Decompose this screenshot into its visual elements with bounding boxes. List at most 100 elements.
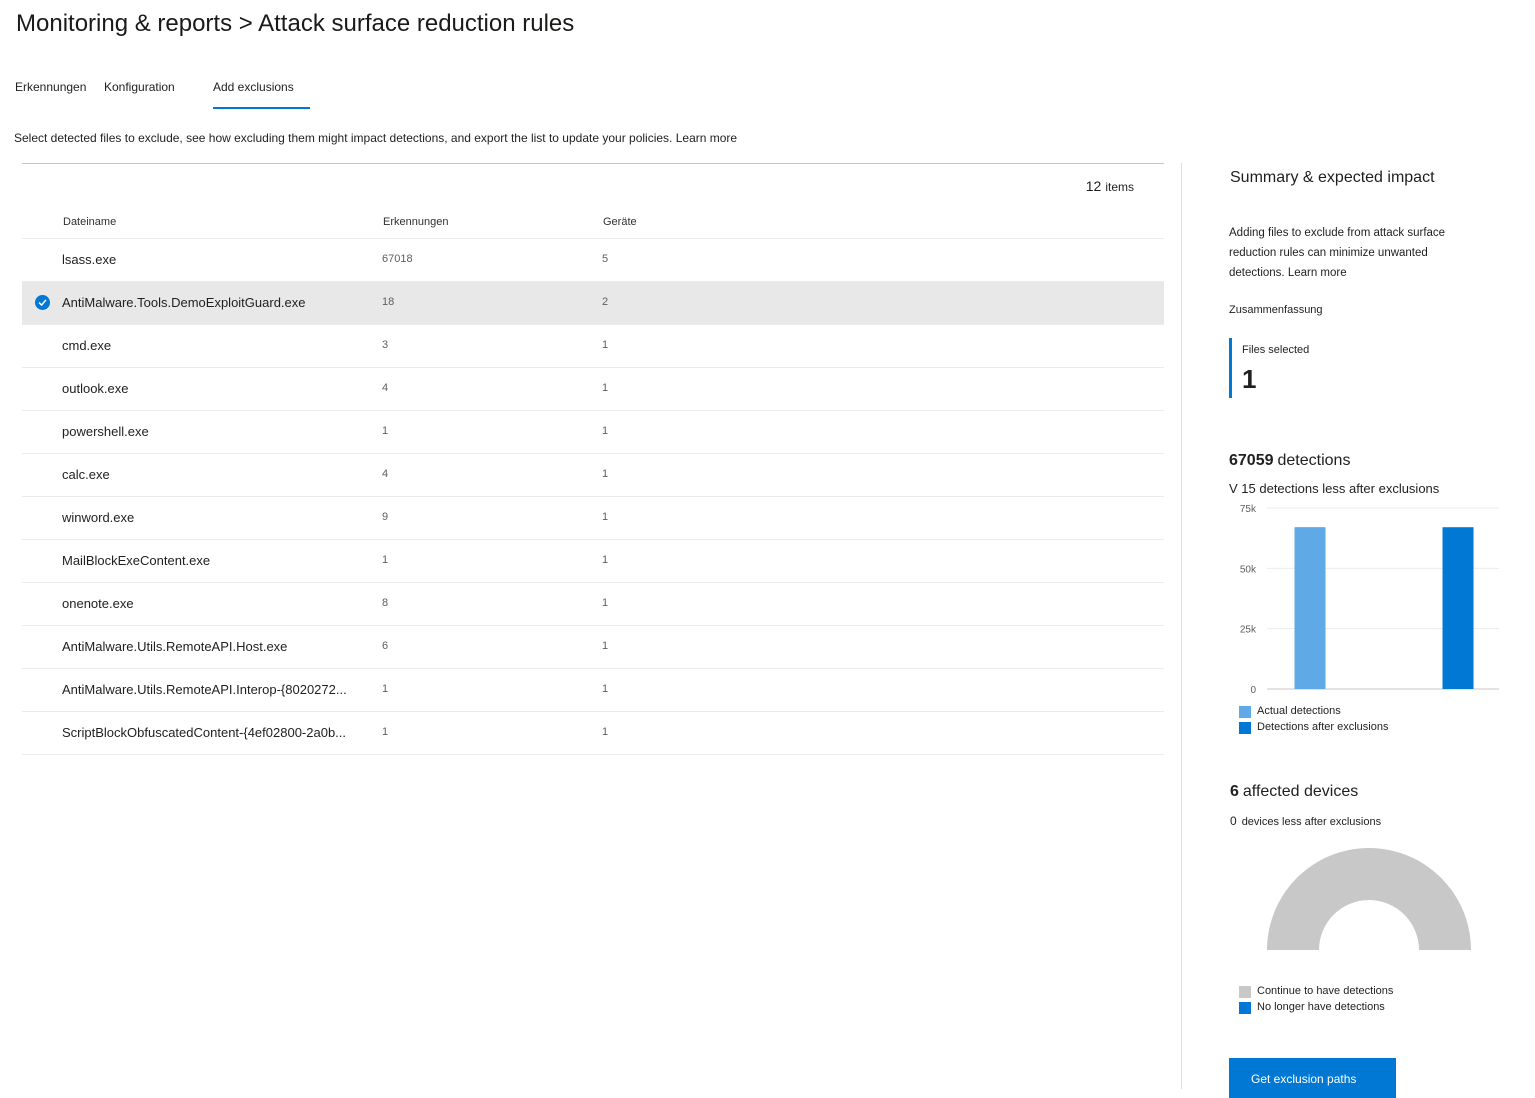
- table-row[interactable]: AntiMalware.Tools.DemoExploitGuard.exe 18…: [22, 282, 1164, 325]
- devices-less-value: 0: [1230, 814, 1237, 828]
- file-name-cell: calc.exe: [62, 467, 110, 482]
- file-name-cell: lsass.exe: [62, 252, 117, 267]
- devices-heading: 6 affected devices: [1230, 783, 1358, 801]
- panel-divider: [1181, 163, 1182, 1089]
- bar-detections-after-exclusions[interactable]: [1442, 527, 1474, 689]
- legend-swatch-after: [1239, 722, 1251, 734]
- devices-less-label: devices less after exclusions: [1241, 816, 1382, 828]
- file-name-cell: onenote.exe: [62, 596, 134, 611]
- column-header-erkennungen[interactable]: Erkennungen: [383, 216, 448, 228]
- get-exclusion-paths-button[interactable]: Get exclusion paths: [1229, 1058, 1396, 1098]
- detections-cell: 1: [382, 726, 389, 738]
- bar-actual-detections[interactable]: [1294, 527, 1326, 689]
- devices-cell: 2: [602, 296, 609, 308]
- legend-label-continue: Continue to have detections: [1257, 985, 1394, 997]
- devices-cell: 1: [602, 554, 609, 566]
- detections-heading: 67059 detections: [1229, 452, 1350, 470]
- table-divider: [22, 163, 1164, 164]
- table-row[interactable]: MailBlockExeContent.exe 1 1: [22, 540, 1164, 583]
- legend-swatch-continue: [1239, 986, 1251, 998]
- legend-label-no-longer: No longer have detections: [1257, 1001, 1385, 1013]
- table-row[interactable]: winword.exe 9 1: [22, 497, 1164, 540]
- table-header: Dateiname Erkennungen Geräte: [22, 210, 1164, 239]
- devices-cell: 1: [602, 683, 609, 695]
- y-tick-label: 0: [1250, 685, 1256, 696]
- detections-less-text: V 15 detections less after exclusions: [1229, 481, 1440, 496]
- y-tick-label: 25k: [1240, 625, 1257, 636]
- detections-cell: 6: [382, 640, 389, 652]
- tab-erkennungen[interactable]: Erkennungen: [15, 80, 86, 94]
- detections-cell: 4: [382, 382, 389, 394]
- item-count-value: 12: [1085, 178, 1102, 194]
- table-row[interactable]: lsass.exe 67018 5: [22, 239, 1164, 282]
- devices-less-text: 0 devices less after exclusions: [1230, 814, 1381, 828]
- files-selected-card: Files selected 1: [1229, 338, 1352, 398]
- bar-chart-legend: Actual detections Detections after exclu…: [1239, 705, 1388, 737]
- detections-cell: 8: [382, 597, 389, 609]
- detections-bar-chart: 0 25k 50k 75k: [1240, 504, 1499, 696]
- legend-label-after: Detections after exclusions: [1257, 721, 1389, 733]
- file-name-cell: powershell.exe: [62, 424, 149, 439]
- file-name-cell: MailBlockExeContent.exe: [62, 553, 211, 568]
- devices-cell: 1: [602, 468, 609, 480]
- detections-cell: 1: [382, 554, 389, 566]
- table-row[interactable]: AntiMalware.Utils.RemoteAPI.Host.exe 6 1: [22, 626, 1164, 669]
- devices-cell: 5: [602, 253, 609, 265]
- tab-add-exclusions[interactable]: Add exclusions: [213, 80, 310, 109]
- legend-detections-after: Detections after exclusions: [1239, 721, 1388, 737]
- get-exclusion-paths-label: Get exclusion paths: [1251, 1072, 1357, 1086]
- table-row[interactable]: AntiMalware.Utils.RemoteAPI.Interop-{802…: [22, 669, 1164, 712]
- devices-cell: 1: [602, 339, 609, 351]
- detections-cell: 4: [382, 468, 389, 480]
- detections-cell: 9: [382, 511, 389, 523]
- tab-konfiguration[interactable]: Konfiguration: [104, 80, 175, 94]
- detections-cell: 1: [382, 425, 389, 437]
- y-tick-label: 75k: [1240, 504, 1257, 515]
- summary-subtitle: Zusammenfassung: [1229, 304, 1323, 316]
- file-name-cell: outlook.exe: [62, 381, 129, 396]
- item-count-label: items: [1105, 180, 1134, 194]
- devices-cell: 1: [602, 597, 609, 609]
- page-description: Select detected files to exclude, see ho…: [14, 131, 737, 145]
- legend-actual-detections: Actual detections: [1239, 705, 1388, 721]
- detections-total: 67059: [1229, 452, 1274, 469]
- legend-no-longer-detections: No longer have detections: [1239, 1001, 1393, 1017]
- detections-cell: 67018: [382, 253, 413, 265]
- detections-label: detections: [1277, 452, 1351, 469]
- donut-chart-legend: Continue to have detections No longer ha…: [1239, 985, 1393, 1017]
- legend-swatch-no-longer: [1239, 1002, 1251, 1014]
- legend-swatch-actual: [1239, 706, 1251, 718]
- page-title: Monitoring & reports > Attack surface re…: [16, 10, 575, 37]
- detections-cell: 3: [382, 339, 389, 351]
- file-name-cell: AntiMalware.Tools.DemoExploitGuard.exe: [62, 295, 306, 310]
- donut-slice-continue[interactable]: [1267, 848, 1471, 950]
- summary-title: Summary & expected impact: [1230, 169, 1435, 186]
- table-row[interactable]: ScriptBlockObfuscatedContent-{4ef02800-2…: [22, 712, 1164, 755]
- learn-more-link[interactable]: Learn more: [676, 131, 737, 145]
- item-count: 12 items: [1086, 178, 1134, 194]
- file-name-cell: AntiMalware.Utils.RemoteAPI.Interop-{802…: [62, 682, 347, 697]
- table-row[interactable]: outlook.exe 4 1: [22, 368, 1164, 411]
- legend-continue-detections: Continue to have detections: [1239, 985, 1393, 1001]
- table-row[interactable]: onenote.exe 8 1: [22, 583, 1164, 626]
- summary-description: Adding files to exclude from attack surf…: [1229, 227, 1446, 279]
- files-selected-value: 1: [1242, 364, 1257, 394]
- column-header-dateiname[interactable]: Dateiname: [63, 216, 116, 228]
- checkmark-icon[interactable]: [35, 295, 50, 310]
- table-row[interactable]: cmd.exe 3 1: [22, 325, 1164, 368]
- file-name-cell: AntiMalware.Utils.RemoteAPI.Host.exe: [62, 639, 288, 654]
- file-name-cell: cmd.exe: [62, 338, 112, 353]
- devices-cell: 1: [602, 640, 609, 652]
- column-header-geraete[interactable]: Geräte: [603, 216, 637, 228]
- file-name-cell: winword.exe: [62, 510, 135, 525]
- devices-cell: 1: [602, 726, 609, 738]
- devices-donut-chart: [1267, 848, 1471, 950]
- devices-label: affected devices: [1242, 783, 1359, 800]
- description-text: Select detected files to exclude, see ho…: [14, 131, 673, 145]
- y-tick-label: 50k: [1240, 564, 1257, 575]
- table-row[interactable]: calc.exe 4 1: [22, 454, 1164, 497]
- devices-cell: 1: [602, 511, 609, 523]
- devices-total: 6: [1230, 783, 1239, 800]
- table-row[interactable]: powershell.exe 1 1: [22, 411, 1164, 454]
- detections-cell: 18: [382, 296, 395, 308]
